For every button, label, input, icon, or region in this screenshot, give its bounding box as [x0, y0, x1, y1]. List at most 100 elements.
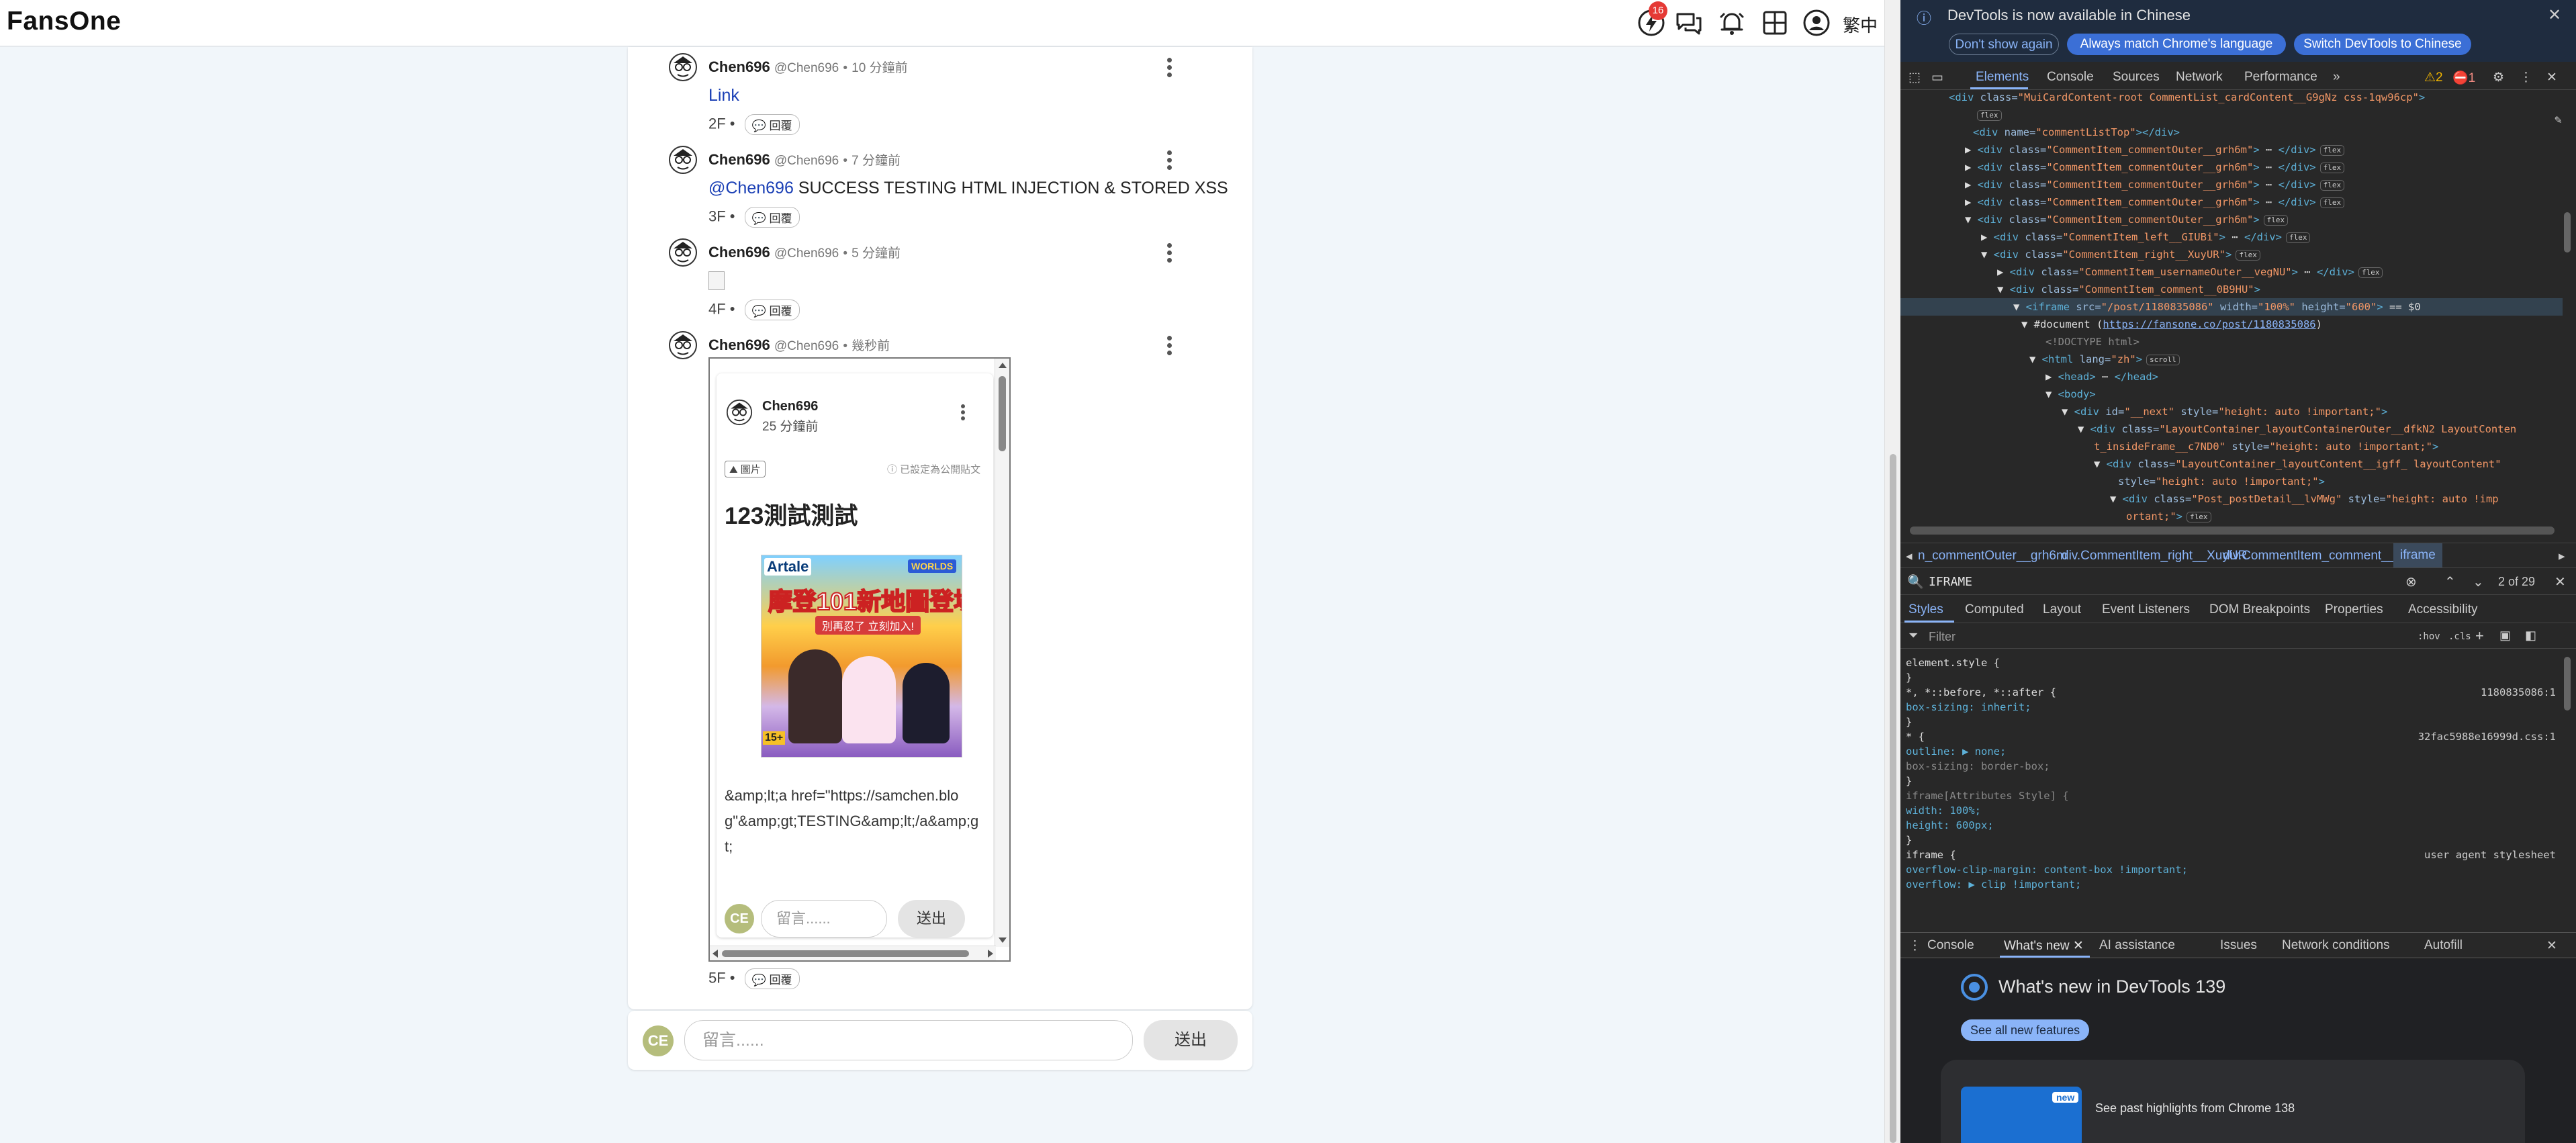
tab-sources[interactable]: Sources — [2113, 70, 2160, 85]
tab-performance[interactable]: Performance — [2244, 70, 2317, 85]
breadcrumb-item[interactable]: n_commentOuter__grh6m — [1918, 549, 2067, 563]
dom-scrollbar-thumb[interactable] — [2564, 212, 2571, 253]
breadcrumb-item[interactable]: div.CommentItem_right__XuyUR — [2062, 549, 2247, 563]
next-match-icon[interactable]: ⌄ — [2473, 574, 2484, 590]
scroll-left-icon[interactable] — [712, 950, 718, 958]
reply-button[interactable]: 💬 回覆 — [744, 300, 800, 320]
comment-link[interactable]: Link — [708, 86, 739, 105]
embedded-iframe[interactable]: Chen696 25 分鐘前 ⛰ 圖片 ⓘ 已設定為公開貼文 123測試測試 A… — [708, 357, 1011, 962]
post-image[interactable]: Artale WORLDS 摩登101新地圖登場 別再忍了 立刻加入! 15+ — [761, 555, 962, 758]
tab-dom-breakpoints[interactable]: DOM Breakpoints — [2209, 602, 2310, 617]
drawer-tab-console[interactable]: Console — [1927, 938, 1974, 953]
comment-author[interactable]: Chen696 @Chen696 • 5 分鐘前 — [708, 243, 901, 261]
style-source-link[interactable]: user agent stylesheet — [2424, 848, 2556, 862]
tab-network[interactable]: Network — [2176, 70, 2223, 85]
dom-node[interactable]: ▶ <div class="CommentItem_commentOuter__… — [1965, 176, 2345, 193]
breadcrumb-item-selected[interactable]: iframe — [2393, 543, 2442, 567]
cls-toggle[interactable]: .cls — [2448, 631, 2471, 642]
tab-accessibility[interactable]: Accessibility — [2408, 602, 2477, 617]
logo[interactable]: FansOne — [7, 7, 121, 36]
send-button[interactable]: 送出 — [1144, 1020, 1238, 1060]
dom-node[interactable]: ▼ #document (https://fansone.co/post/118… — [2021, 316, 2322, 333]
errors-badge[interactable]: ⛔1 — [2452, 70, 2475, 86]
scroll-up-icon[interactable] — [999, 363, 1007, 368]
hov-toggle[interactable]: :hov — [2418, 631, 2440, 642]
bell-icon[interactable] — [1716, 7, 1747, 38]
comment-author[interactable]: Chen696 @Chen696 • 7 分鐘前 — [708, 150, 901, 169]
dom-node[interactable]: ▼ <div class="CommentItem_commentOuter__… — [1965, 211, 2289, 228]
post-more-icon[interactable] — [960, 403, 966, 423]
device-toolbar-icon[interactable]: ▭ — [1931, 70, 1943, 85]
tab-elements[interactable]: Elements — [1976, 70, 2029, 85]
dom-node[interactable]: t_insideFrame__c7ND0" style="height: aut… — [2094, 438, 2438, 455]
close-devtools-icon[interactable]: ✕ — [2546, 70, 2557, 85]
dom-node[interactable]: ▼ <div id="__next" style="height: auto !… — [2062, 403, 2387, 420]
tab-styles[interactable]: Styles — [1908, 602, 1943, 617]
dom-node-selected[interactable]: ▼ <body> — [2045, 385, 2096, 403]
toggle-sidebar-icon[interactable]: ◧ — [2525, 629, 2536, 643]
close-drawer-icon[interactable]: ✕ — [2546, 938, 2557, 954]
drawer-tab-whats-new[interactable]: What's new ✕ — [2004, 938, 2084, 954]
dashboard-icon[interactable] — [1759, 7, 1790, 38]
filter-input[interactable]: Filter — [1929, 630, 1956, 644]
dom-node[interactable]: ▶ <div class="CommentItem_usernameOuter_… — [1997, 263, 2383, 281]
user-avatar[interactable] — [668, 330, 698, 360]
user-avatar[interactable] — [668, 52, 698, 82]
dom-node[interactable]: ▶ <div class="CommentItem_commentOuter__… — [1965, 158, 2345, 176]
switch-to-chinese-button[interactable]: Switch DevTools to Chinese — [2294, 34, 2471, 55]
dom-node[interactable]: style="height: auto !important;"> — [2118, 473, 2325, 490]
close-search-icon[interactable]: ✕ — [2555, 574, 2566, 590]
dom-node[interactable]: ▶ <div class="CommentItem_commentOuter__… — [1965, 141, 2345, 158]
warnings-badge[interactable]: ⚠2 — [2424, 70, 2443, 85]
dom-node[interactable]: ▼ <div class="CommentItem_comment__0B9HU… — [1997, 281, 2260, 298]
pick-element-icon[interactable]: ✎ — [2555, 111, 2562, 129]
dom-node[interactable]: ▼ <div class="LayoutContainer_layoutCont… — [2078, 420, 2516, 438]
embedded-comment-input[interactable]: 留言...... — [761, 900, 887, 938]
dom-horizontal-scrollbar[interactable] — [1910, 527, 2555, 535]
new-rule-icon[interactable]: + — [2475, 627, 2484, 645]
tab-computed[interactable]: Computed — [1965, 602, 2024, 617]
dom-node[interactable]: ▼ <html lang="zh"> scroll — [2029, 351, 2180, 368]
iframe-horizontal-scrollbar[interactable] — [710, 946, 996, 960]
dom-node[interactable]: ▶ <div class="CommentItem_left__GIUBi"> … — [1981, 228, 2311, 246]
dont-show-again-button[interactable]: Don't show again — [1949, 34, 2059, 55]
scroll-right-icon[interactable] — [988, 950, 993, 958]
more-options-icon[interactable] — [1165, 242, 1173, 265]
search-input[interactable]: IFRAME — [1929, 575, 1972, 589]
post-author-avatar[interactable] — [726, 399, 753, 426]
reply-button[interactable]: 💬 回覆 — [744, 207, 800, 228]
dom-node[interactable]: ▼ <div class="LayoutContainer_layoutCont… — [2094, 455, 2501, 473]
comment-author[interactable]: Chen696 @Chen696 • 幾秒前 — [708, 336, 890, 354]
previous-match-icon[interactable]: ⌃ — [2444, 574, 2456, 590]
dom-node[interactable]: <div name="commentListTop"></div> — [1973, 124, 2180, 141]
more-options-icon[interactable] — [1165, 149, 1173, 172]
clear-search-icon[interactable]: ⊗ — [2405, 574, 2417, 590]
comment-input[interactable]: 留言...... — [684, 1020, 1133, 1060]
page-scrollbar[interactable] — [1884, 0, 1900, 1143]
dom-node[interactable]: ▼ <div class="Post_postDetail__lvMWg" st… — [2110, 490, 2499, 508]
kebab-menu-icon[interactable]: ⋮ — [2520, 70, 2532, 85]
scroll-down-icon[interactable] — [999, 938, 1007, 943]
dom-node[interactable]: ▶ <div class="CommentItem_commentOuter__… — [1965, 193, 2345, 211]
mention-link[interactable]: @Chen696 — [708, 179, 794, 197]
post-author-name[interactable]: Chen696 — [762, 399, 818, 414]
reply-button[interactable]: 💬 回覆 — [744, 968, 800, 989]
dom-tree[interactable]: <div class="MuiCardContent-root CommentL… — [1900, 91, 2576, 535]
styles-scrollbar-thumb[interactable] — [2564, 657, 2571, 711]
tab-event-listeners[interactable]: Event Listeners — [2102, 602, 2190, 617]
see-all-features-button[interactable]: See all new features — [1961, 1019, 2090, 1041]
settings-icon[interactable]: ⚙ — [2493, 70, 2504, 85]
drawer-tab-ai-assistance[interactable]: AI assistance — [2099, 938, 2175, 953]
iframe-vertical-scrollbar[interactable] — [995, 359, 1009, 947]
chat-icon[interactable] — [1673, 7, 1704, 38]
dom-node[interactable]: ▼ <iframe src="/post/1180835086" width="… — [2013, 298, 2421, 316]
drawer-menu-icon[interactable]: ⋮ — [1908, 938, 1921, 954]
tab-properties[interactable]: Properties — [2325, 602, 2383, 617]
element-state-icon[interactable]: ▣ — [2499, 629, 2511, 643]
dom-node[interactable]: ▶ <head> ⋯ </head> — [2045, 368, 2158, 385]
style-source-link[interactable]: 32fac5988e16999d.css:1 — [2418, 729, 2556, 744]
more-options-icon[interactable] — [1165, 334, 1173, 357]
language-switch[interactable]: 繁中 — [1843, 12, 1878, 37]
tab-layout[interactable]: Layout — [2043, 602, 2081, 617]
close-icon[interactable]: ✕ — [2548, 5, 2561, 25]
